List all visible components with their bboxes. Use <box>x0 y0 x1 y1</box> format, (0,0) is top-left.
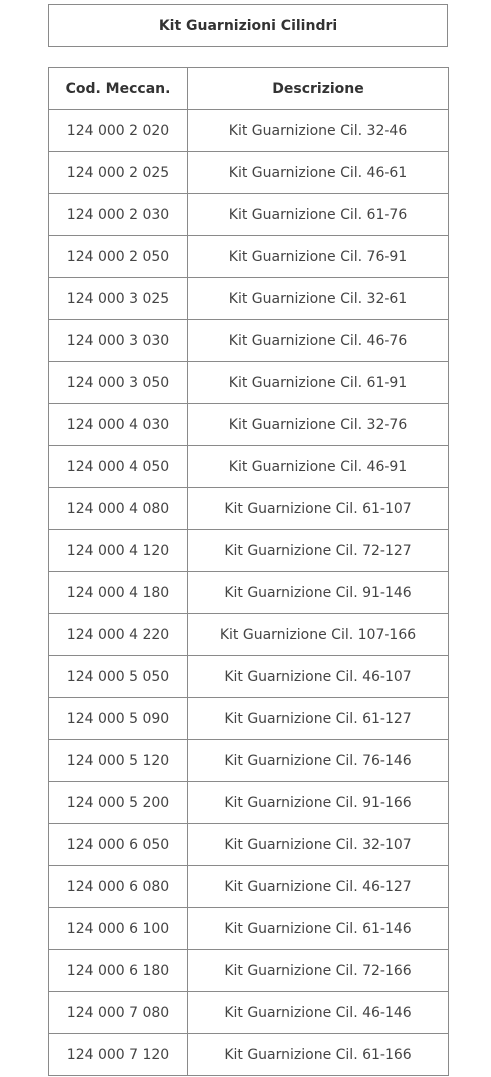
cell-description: Kit Guarnizione Cil. 72-166 <box>187 949 449 992</box>
cell-description: Kit Guarnizione Cil. 46-107 <box>187 655 449 698</box>
cell-code: 124 000 5 090 <box>48 697 188 740</box>
cell-code: 124 000 5 200 <box>48 781 188 824</box>
cell-description: Kit Guarnizione Cil. 32-61 <box>187 277 449 320</box>
cell-description: Kit Guarnizione Cil. 91-146 <box>187 571 449 614</box>
cell-code: 124 000 4 050 <box>48 445 188 488</box>
cell-description: Kit Guarnizione Cil. 61-146 <box>187 907 449 950</box>
table-body: 124 000 2 020 Kit Guarnizione Cil. 32-46 1… <box>48 109 449 1076</box>
cell-description: Kit Guarnizione Cil. 46-146 <box>187 991 449 1034</box>
table-row: 124 000 4 220 Kit Guarnizione Cil. 107-16… <box>48 613 449 656</box>
table-row: 124 000 2 050 Kit Guarnizione Cil. 76-91 <box>48 235 449 278</box>
cell-description: Kit Guarnizione Cil. 46-127 <box>187 865 449 908</box>
cell-code: 124 000 2 050 <box>48 235 188 278</box>
table-row: 124 000 5 090 Kit Guarnizione Cil. 61-127 <box>48 697 449 740</box>
table-row: 124 000 2 030 Kit Guarnizione Cil. 61-76 <box>48 193 449 236</box>
column-header-code: Cod. Meccan. <box>48 67 188 110</box>
cell-code: 124 000 4 080 <box>48 487 188 530</box>
cell-code: 124 000 3 030 <box>48 319 188 362</box>
cell-code: 124 000 2 025 <box>48 151 188 194</box>
cell-code: 124 000 6 050 <box>48 823 188 866</box>
table-row: 124 000 6 080 Kit Guarnizione Cil. 46-127 <box>48 865 449 908</box>
cell-code: 124 000 6 180 <box>48 949 188 992</box>
table-row: 124 000 7 080 Kit Guarnizione Cil. 46-146 <box>48 991 449 1034</box>
cell-description: Kit Guarnizione Cil. 61-127 <box>187 697 449 740</box>
table-row: 124 000 2 025 Kit Guarnizione Cil. 46-61 <box>48 151 449 194</box>
cell-code: 124 000 4 120 <box>48 529 188 572</box>
cell-description: Kit Guarnizione Cil. 107-166 <box>187 613 449 656</box>
cell-code: 124 000 5 050 <box>48 655 188 698</box>
cell-code: 124 000 2 030 <box>48 193 188 236</box>
cell-description: Kit Guarnizione Cil. 91-166 <box>187 781 449 824</box>
table-header-row: Cod. Meccan. Descrizione <box>48 67 449 110</box>
column-header-description: Descrizione <box>187 67 449 110</box>
seal-kit-table: Cod. Meccan. Descrizione 124 000 2 020 Ki… <box>48 67 449 1076</box>
cell-description: Kit Guarnizione Cil. 61-166 <box>187 1033 449 1076</box>
cell-description: Kit Guarnizione Cil. 32-46 <box>187 109 449 152</box>
table-row: 124 000 5 120 Kit Guarnizione Cil. 76-146 <box>48 739 449 782</box>
table-row: 124 000 3 030 Kit Guarnizione Cil. 46-76 <box>48 319 449 362</box>
table-row: 124 000 4 050 Kit Guarnizione Cil. 46-91 <box>48 445 449 488</box>
table-row: 124 000 2 020 Kit Guarnizione Cil. 32-46 <box>48 109 449 152</box>
cell-description: Kit Guarnizione Cil. 72-127 <box>187 529 449 572</box>
table-row: 124 000 3 025 Kit Guarnizione Cil. 32-61 <box>48 277 449 320</box>
cell-code: 124 000 4 180 <box>48 571 188 614</box>
cell-description: Kit Guarnizione Cil. 61-107 <box>187 487 449 530</box>
cell-code: 124 000 5 120 <box>48 739 188 782</box>
cell-description: Kit Guarnizione Cil. 46-91 <box>187 445 449 488</box>
cell-description: Kit Guarnizione Cil. 32-76 <box>187 403 449 446</box>
table-row: 124 000 5 200 Kit Guarnizione Cil. 91-166 <box>48 781 449 824</box>
page-title: Kit Guarnizioni Cilindri <box>48 4 448 47</box>
table-row: 124 000 5 050 Kit Guarnizione Cil. 46-107 <box>48 655 449 698</box>
cell-code: 124 000 3 025 <box>48 277 188 320</box>
table-row: 124 000 7 120 Kit Guarnizione Cil. 61-166 <box>48 1033 449 1076</box>
cell-description: Kit Guarnizione Cil. 61-91 <box>187 361 449 404</box>
cell-code: 124 000 4 220 <box>48 613 188 656</box>
cell-code: 124 000 7 120 <box>48 1033 188 1076</box>
cell-code: 124 000 7 080 <box>48 991 188 1034</box>
table-row: 124 000 4 120 Kit Guarnizione Cil. 72-127 <box>48 529 449 572</box>
cell-code: 124 000 6 080 <box>48 865 188 908</box>
cell-description: Kit Guarnizione Cil. 46-61 <box>187 151 449 194</box>
cell-description: Kit Guarnizione Cil. 76-91 <box>187 235 449 278</box>
table-row: 124 000 4 030 Kit Guarnizione Cil. 32-76 <box>48 403 449 446</box>
cell-code: 124 000 6 100 <box>48 907 188 950</box>
cell-description: Kit Guarnizione Cil. 32-107 <box>187 823 449 866</box>
table-row: 124 000 4 080 Kit Guarnizione Cil. 61-107 <box>48 487 449 530</box>
cell-description: Kit Guarnizione Cil. 61-76 <box>187 193 449 236</box>
table-row: 124 000 3 050 Kit Guarnizione Cil. 61-91 <box>48 361 449 404</box>
cell-description: Kit Guarnizione Cil. 46-76 <box>187 319 449 362</box>
cell-description: Kit Guarnizione Cil. 76-146 <box>187 739 449 782</box>
cell-code: 124 000 2 020 <box>48 109 188 152</box>
table-row: 124 000 6 050 Kit Guarnizione Cil. 32-107 <box>48 823 449 866</box>
cell-code: 124 000 3 050 <box>48 361 188 404</box>
cell-code: 124 000 4 030 <box>48 403 188 446</box>
table-row: 124 000 6 100 Kit Guarnizione Cil. 61-146 <box>48 907 449 950</box>
table-row: 124 000 4 180 Kit Guarnizione Cil. 91-146 <box>48 571 449 614</box>
table-row: 124 000 6 180 Kit Guarnizione Cil. 72-166 <box>48 949 449 992</box>
